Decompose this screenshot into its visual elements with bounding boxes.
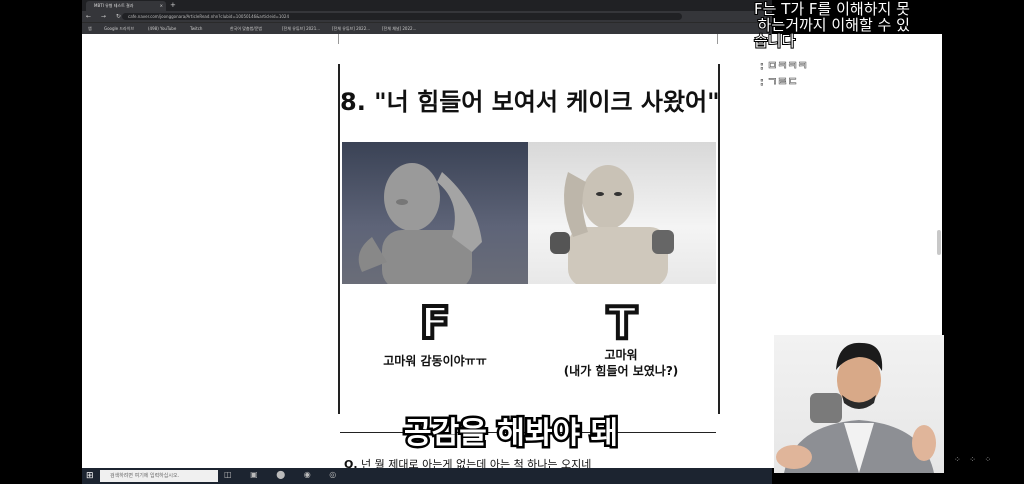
navigation-icons[interactable]: ← → ↻ — [86, 11, 125, 22]
close-icon[interactable]: × — [160, 1, 163, 11]
decoration-dots: ⁘ ⁘ ⁘ — [954, 455, 995, 464]
question-text: 넌 뭘 제대로 아는게 없는데 아는 척 하나는 오지네 — [361, 458, 592, 468]
feeling-caption: 고마워 감동이야ㅠㅠ — [383, 354, 487, 368]
browser-tab-strip: MBTI 유형 테스트 결과 × + — [82, 0, 772, 11]
feeling-letter: F — [418, 296, 452, 351]
mbti-card: 8. "너 힘들어 보여서 케이크 사왔어" ‹ F T — [338, 64, 720, 414]
overlay-caption: F는 T가 F를 이해하지 못 하는거까지 이해할 수 있 습니다 — [753, 0, 911, 50]
url-field[interactable]: cafe.naver.com/joonggonara/ArticleRead.n… — [122, 13, 682, 20]
address-bar-row: ← → ↻ cafe.naver.com/joonggonara/Article… — [82, 11, 772, 22]
taskbar-search-input[interactable]: 검색하려면 여기에 입력하십시오. — [100, 470, 218, 482]
mannequin-illustration — [358, 163, 482, 284]
thinking-caption-line2: (내가 힘들어 보였나?) — [563, 364, 679, 378]
browser-tab[interactable]: MBTI 유형 테스트 결과 × — [86, 1, 166, 11]
thinking-caption-line1: 고마워 — [604, 348, 638, 362]
robot-illustration — [550, 165, 674, 284]
card-title: 8. "너 힘들어 보여서 케이크 사왔어" — [340, 88, 720, 116]
streamer-avatar — [776, 342, 936, 473]
question-prefix: Q. — [344, 458, 358, 468]
thinking-letter: T — [605, 296, 639, 351]
previous-card-edge — [338, 34, 718, 44]
overlay-caption-line3: 습니다 — [753, 32, 796, 50]
next-question: Q. 넌 뭘 제대로 아는게 없는데 아는 척 하나는 오지네 — [344, 456, 591, 468]
chat-message: : ㅁㅋㅋㅋ — [760, 59, 809, 73]
taskbar: ⊞ 검색하려면 여기에 입력하십시오. ◫ ▣ ⬤ ◉ ◎ — [82, 468, 772, 484]
new-tab-button[interactable]: + — [170, 0, 176, 11]
page-content: 8. "너 힘들어 보여서 케이크 사왔어" ‹ F T — [82, 34, 772, 468]
chat-overlay: : ㅁㅋㅋㅋ : ㄱㄹㄷ — [760, 58, 809, 90]
start-icon[interactable]: ⊞ — [86, 471, 94, 481]
thinking-caption: 고마워 (내가 힘들어 보였나?) — [536, 347, 706, 379]
overlay-caption-line1: F는 T가 F를 이해하지 못 — [753, 0, 911, 18]
tab-title: MBTI 유형 테스트 결과 — [94, 3, 134, 8]
chat-message: : ㄱㄹㄷ — [760, 75, 799, 89]
overlay-caption-line2: 하는거까지 이해할 수 있 — [757, 16, 911, 34]
thinking-robot-image — [528, 142, 716, 284]
video-subtitle: 공감을 해봐야 돼 — [401, 414, 620, 454]
taskbar-app-icons[interactable]: ◫ ▣ ⬤ ◉ ◎ — [224, 470, 344, 479]
scrollbar-thumb[interactable] — [937, 230, 941, 255]
facepalm-figure-image: ‹ — [342, 142, 528, 284]
streamer-webcam — [774, 335, 944, 473]
